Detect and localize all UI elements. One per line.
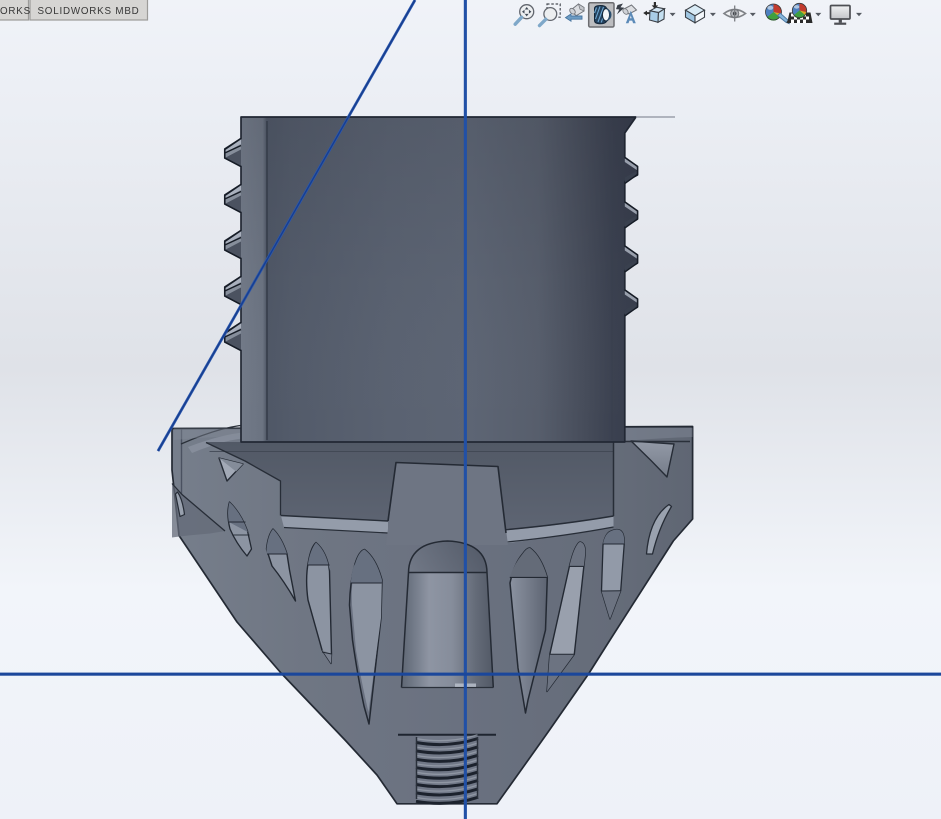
svg-text:ORKS: ORKS <box>0 6 31 17</box>
svg-text:SOLIDWORKS MBD: SOLIDWORKS MBD <box>37 6 139 17</box>
